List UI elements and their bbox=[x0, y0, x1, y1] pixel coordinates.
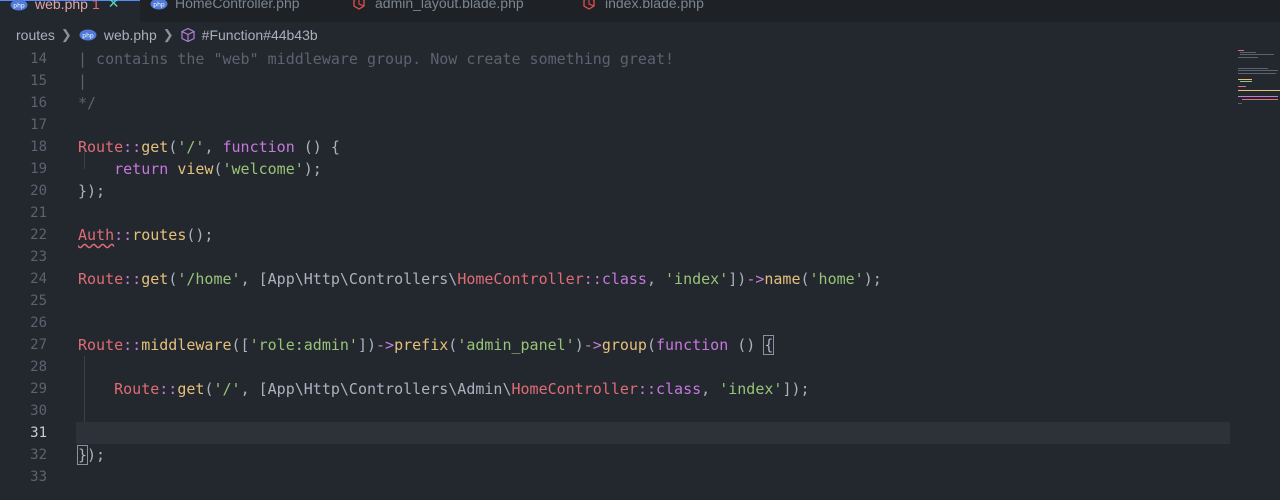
line-number: 29 bbox=[30, 381, 47, 397]
code-line[interactable]: Route::get('/', [App\Http\Controllers\Ad… bbox=[78, 378, 1230, 400]
code-line[interactable] bbox=[78, 290, 1230, 312]
line-number: 23 bbox=[30, 249, 47, 265]
line-number: 27 bbox=[30, 337, 47, 353]
line-number: 22 bbox=[30, 227, 47, 243]
close-icon[interactable]: ✕ bbox=[108, 0, 120, 12]
line-number: 28 bbox=[30, 359, 47, 375]
line-number: 19 bbox=[30, 161, 47, 177]
breadcrumb-symbol[interactable]: #Function#44b43b bbox=[202, 27, 318, 43]
code-line[interactable] bbox=[78, 400, 1230, 422]
svg-text:php: php bbox=[82, 33, 94, 40]
chevron-right-icon: ❯ bbox=[60, 27, 72, 42]
current-code-line[interactable] bbox=[76, 422, 1230, 444]
tab-index-blade[interactable]: index.blade.php bbox=[570, 0, 770, 22]
line-number: 30 bbox=[30, 403, 47, 419]
breadcrumb: routes ❯ php web.php ❯ #Function#44b43b bbox=[0, 22, 1280, 48]
code-line[interactable] bbox=[78, 246, 1230, 268]
tab-label: HomeController.php bbox=[175, 0, 300, 11]
code-line[interactable]: Route::middleware(['role:admin'])->prefi… bbox=[78, 334, 1230, 356]
laravel-icon bbox=[580, 0, 598, 10]
line-number: 18 bbox=[30, 139, 47, 155]
line-number: 14 bbox=[30, 51, 47, 67]
php-icon: php bbox=[10, 0, 28, 10]
tab-label: web.php bbox=[35, 0, 88, 12]
breadcrumb-folder[interactable]: routes bbox=[16, 27, 55, 43]
tab-web-php[interactable]: php web.php 1 ✕ bbox=[0, 0, 140, 22]
code-line[interactable] bbox=[78, 312, 1230, 334]
code-area[interactable]: | contains the "web" middleware group. N… bbox=[76, 48, 1230, 488]
line-number: 25 bbox=[30, 293, 47, 309]
code-line[interactable]: Route::get('/home', [App\Http\Controller… bbox=[78, 268, 1230, 290]
line-number: 33 bbox=[30, 469, 47, 485]
minimap[interactable] bbox=[1236, 48, 1280, 118]
php-icon: php bbox=[78, 29, 98, 41]
line-number: 16 bbox=[30, 95, 47, 111]
line-number: 21 bbox=[30, 205, 47, 221]
code-line[interactable] bbox=[78, 466, 1230, 488]
code-line[interactable]: Route::get('/', function () { bbox=[78, 136, 1230, 158]
problem-count-badge: 1 bbox=[91, 0, 100, 12]
line-number: 24 bbox=[30, 271, 47, 287]
line-number: 26 bbox=[30, 315, 47, 331]
code-line[interactable]: | bbox=[78, 70, 1230, 92]
current-line-number: 31 bbox=[30, 425, 47, 441]
code-line[interactable] bbox=[78, 114, 1230, 136]
tab-label: admin_layout.blade.php bbox=[375, 0, 524, 11]
line-number: 32 bbox=[30, 447, 47, 463]
php-icon: php bbox=[150, 0, 168, 10]
chevron-right-icon: ❯ bbox=[162, 27, 174, 42]
code-line[interactable]: return view('welcome'); bbox=[78, 158, 1230, 180]
code-line[interactable] bbox=[78, 356, 1230, 378]
tab-label: index.blade.php bbox=[605, 0, 704, 11]
code-line[interactable]: | contains the "web" middleware group. N… bbox=[78, 48, 1230, 70]
symbol-cube-icon bbox=[180, 27, 196, 43]
line-number: 20 bbox=[30, 183, 47, 199]
line-number-gutter: 14 15 16 17 18 19 20 21 22 23 24 25 26 2… bbox=[0, 48, 66, 488]
tab-admin-layout-blade[interactable]: admin_layout.blade.php bbox=[340, 0, 570, 22]
line-number: 17 bbox=[30, 117, 47, 133]
line-number: 15 bbox=[30, 73, 47, 89]
editor-tab-bar: php web.php 1 ✕ php HomeController.php a… bbox=[0, 0, 1280, 22]
tab-homecontroller-php[interactable]: php HomeController.php bbox=[140, 0, 340, 22]
svg-text:php: php bbox=[13, 2, 25, 9]
laravel-icon bbox=[350, 0, 368, 10]
code-line[interactable]: */ bbox=[78, 92, 1230, 114]
code-line[interactable] bbox=[78, 202, 1230, 224]
code-line[interactable]: Auth::routes(); bbox=[78, 224, 1230, 246]
svg-text:php: php bbox=[153, 2, 165, 9]
code-line[interactable]: }); bbox=[78, 180, 1230, 202]
code-line[interactable]: }); bbox=[76, 444, 1230, 466]
breadcrumb-file[interactable]: web.php bbox=[104, 27, 157, 43]
code-editor[interactable]: 14 15 16 17 18 19 20 21 22 23 24 25 26 2… bbox=[0, 48, 1280, 500]
